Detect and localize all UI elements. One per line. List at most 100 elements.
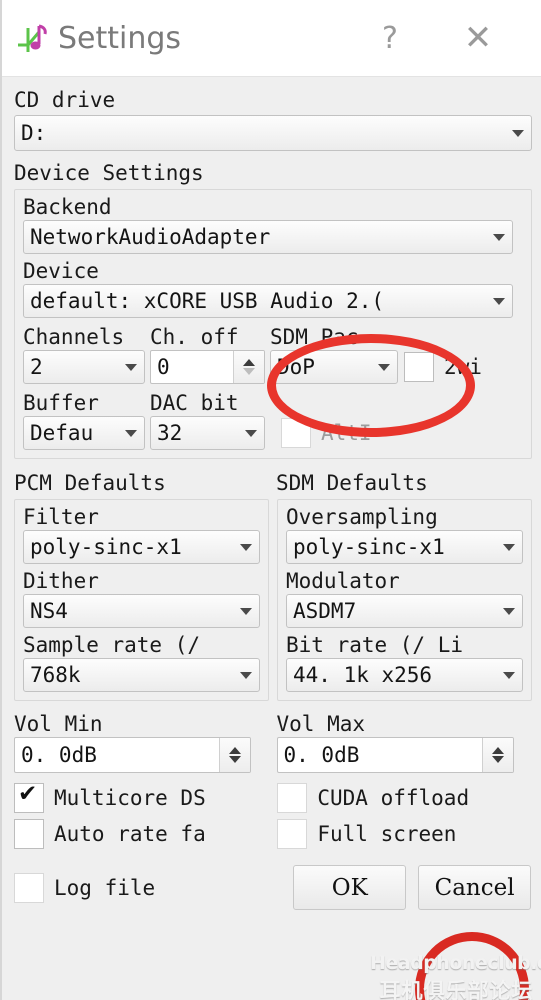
- device-select[interactable]: default: xCORE USB Audio 2.(: [23, 284, 513, 318]
- bit-rate-select[interactable]: 44. 1k x256: [286, 658, 523, 692]
- cd-drive-value: D:: [21, 121, 47, 145]
- log-file-checkbox[interactable]: Log file: [14, 872, 293, 903]
- filter-select[interactable]: poly-sinc-x1: [23, 530, 260, 564]
- device-settings-group: Backend NetworkAudioAdapter Device defau…: [14, 189, 532, 459]
- defaults-titles-row: PCM Defaults SDM Defaults: [14, 469, 531, 497]
- cd-drive-select[interactable]: D:: [14, 115, 532, 151]
- channel-offset-label: Ch. off: [150, 325, 239, 349]
- full-screen-label: Full screen: [317, 822, 457, 846]
- sdm-defaults-group: Oversampling poly-sinc-x1 Modulator ASDM…: [277, 499, 532, 701]
- twowire-checkbox[interactable]: 2wi: [404, 352, 482, 382]
- sample-rate-value: 768k: [30, 663, 81, 687]
- options-row-2: Auto rate fa Full screen: [14, 819, 531, 849]
- cancel-highlight-circle: [415, 932, 529, 1000]
- sdm-packing-label: SDM Pac: [270, 325, 359, 349]
- dialog-footer: Log file OK Cancel: [14, 865, 531, 910]
- auto-rate-family-checkbox[interactable]: Auto rate fa: [14, 819, 277, 849]
- vol-min-label: Vol Min: [14, 712, 103, 736]
- dither-label: Dither: [23, 569, 99, 593]
- multicore-dsp-checkbox-box[interactable]: [14, 783, 44, 813]
- cd-drive-label: CD drive: [14, 88, 116, 112]
- music-note-waveform-icon: [18, 24, 47, 52]
- stepper-up-icon[interactable]: [491, 747, 504, 754]
- bit-rate-value: 44. 1k x256: [293, 663, 433, 687]
- modulator-value: ASDM7: [293, 599, 357, 623]
- full-screen-checkbox[interactable]: Full screen: [277, 819, 531, 849]
- vol-min-stepper[interactable]: 0. 0dB: [14, 737, 251, 773]
- channels-field: Channels 2: [23, 324, 145, 384]
- ok-button[interactable]: OK: [293, 865, 407, 910]
- sample-rate-select[interactable]: 768k: [23, 658, 260, 692]
- auto-rate-family-label: Auto rate fa: [54, 822, 206, 846]
- channels-label: Channels: [23, 325, 125, 349]
- dac-bits-value: 32: [157, 421, 183, 445]
- close-button[interactable]: ✕: [447, 0, 509, 76]
- vol-min-spin-buttons[interactable]: [219, 738, 250, 772]
- channel-offset-value: 0: [157, 355, 170, 379]
- log-file-checkbox-box[interactable]: [14, 872, 44, 903]
- stepper-down-icon[interactable]: [491, 756, 504, 763]
- auto-rate-family-checkbox-box[interactable]: [14, 819, 44, 849]
- channel-offset-field: Ch. off 0: [150, 324, 265, 384]
- vol-max-label: Vol Max: [276, 712, 366, 736]
- cancel-button[interactable]: Cancel: [418, 865, 531, 910]
- buffer-row: Buffer Defau DAC bit 32 AltI: [23, 390, 523, 450]
- stepper-up-icon[interactable]: [229, 747, 241, 754]
- sdm-packing-field: SDM Pac DoP: [270, 324, 398, 384]
- buffer-label: Buffer: [23, 391, 99, 415]
- twowire-label: 2wi: [444, 355, 482, 379]
- device-settings-title: Device Settings: [14, 161, 204, 185]
- log-file-label: Log file: [54, 875, 156, 900]
- bit-rate-label: Bit rate (/ Li: [286, 633, 464, 657]
- oversampling-select[interactable]: poly-sinc-x1: [286, 530, 523, 564]
- oversampling-value: poly-sinc-x1: [293, 535, 445, 559]
- volume-row: Vol Min 0. 0dB Vol Max 0. 0dB: [14, 711, 531, 773]
- watermark-line-1: Headphoneclub.com: [370, 952, 541, 974]
- cuda-offload-checkbox-box[interactable]: [277, 783, 308, 813]
- vol-max-value: 0. 0dB: [283, 743, 360, 767]
- backend-label: Backend: [23, 195, 112, 219]
- channels-select[interactable]: 2: [23, 350, 145, 384]
- cuda-offload-checkbox[interactable]: CUDA offload: [277, 783, 531, 813]
- help-button[interactable]: ?: [359, 0, 421, 76]
- dither-select[interactable]: NS4: [23, 594, 260, 628]
- alternate-field: AltI: [281, 390, 372, 450]
- vol-min-field: Vol Min 0. 0dB: [14, 711, 269, 773]
- vol-max-stepper[interactable]: 0. 0dB: [276, 737, 514, 773]
- alternate-label: AltI: [321, 421, 372, 445]
- modulator-select[interactable]: ASDM7: [286, 594, 523, 628]
- channel-offset-spin-buttons[interactable]: [233, 351, 264, 383]
- pcm-defaults-group: Filter poly-sinc-x1 Dither NS4 Sample ra…: [14, 499, 269, 701]
- dac-bits-field: DAC bit 32: [150, 390, 265, 450]
- watermark: Headphoneclub.com 耳机俱乐部论坛: [370, 952, 541, 1000]
- filter-label: Filter: [23, 505, 99, 529]
- channels-value: 2: [30, 355, 43, 379]
- dac-bits-select[interactable]: 32: [150, 416, 265, 450]
- stepper-down-icon[interactable]: [229, 756, 241, 763]
- backend-select[interactable]: NetworkAudioAdapter: [23, 220, 513, 254]
- sample-rate-label: Sample rate (/: [23, 633, 201, 657]
- title-bar: Settings ? ✕: [2, 0, 541, 77]
- window-title: Settings: [58, 20, 182, 56]
- settings-content: CD drive D: Device Settings Backend Netw…: [2, 77, 541, 910]
- twowire-field: 2wi: [404, 324, 482, 384]
- stepper-down-icon[interactable]: [243, 368, 255, 375]
- multicore-dsp-label: Multicore DS: [54, 786, 206, 810]
- twowire-checkbox-box[interactable]: [404, 352, 434, 382]
- channels-row: Channels 2 Ch. off 0 SDM Pac DoP 2wi: [23, 324, 523, 384]
- multicore-dsp-checkbox[interactable]: Multicore DS: [14, 783, 277, 813]
- buffer-value: Defau: [30, 421, 94, 445]
- device-value: default: xCORE USB Audio 2.(: [30, 289, 385, 313]
- stepper-up-icon[interactable]: [243, 359, 255, 366]
- sdm-packing-select[interactable]: DoP: [270, 350, 398, 384]
- sdm-defaults-title: SDM Defaults: [276, 471, 428, 495]
- channel-offset-stepper[interactable]: 0: [150, 350, 265, 384]
- full-screen-checkbox-box[interactable]: [277, 819, 308, 849]
- dac-bits-label: DAC bit: [150, 391, 239, 415]
- buffer-select[interactable]: Defau: [23, 416, 145, 450]
- vol-max-spin-buttons[interactable]: [481, 738, 513, 772]
- buffer-field: Buffer Defau: [23, 390, 145, 450]
- modulator-label: Modulator: [286, 569, 400, 593]
- options-row-1: Multicore DS CUDA offload: [14, 783, 531, 813]
- defaults-row: Filter poly-sinc-x1 Dither NS4 Sample ra…: [14, 499, 532, 701]
